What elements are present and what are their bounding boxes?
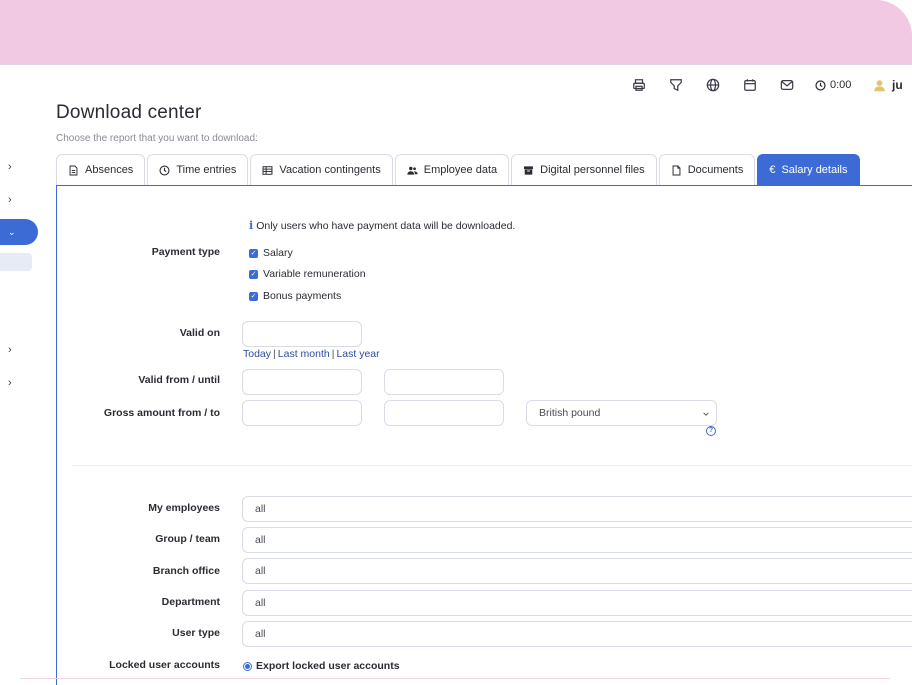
chevron-right-icon[interactable]: › — [8, 162, 18, 173]
table-icon — [262, 165, 273, 175]
checkbox-label: Bonus payments — [263, 290, 342, 302]
branch-office-label: Branch office — [152, 565, 220, 577]
chevron-down-icon — [703, 412, 709, 416]
valid-from-input[interactable] — [242, 369, 362, 395]
users-icon — [407, 166, 418, 175]
gross-amount-label: Gross amount from / to — [103, 407, 220, 419]
select-value: all — [255, 534, 266, 546]
user-name: ju — [892, 78, 903, 92]
link-last-year[interactable]: Last year — [336, 348, 379, 360]
select-value: all — [255, 565, 266, 577]
tab-label: Documents — [687, 164, 744, 176]
tab-label: Digital personnel files — [540, 164, 645, 176]
tab-salary-details[interactable]: € Salary details — [757, 154, 860, 185]
chevron-right-icon[interactable]: › — [8, 345, 18, 356]
info-note: i Only users who have payment data will … — [249, 219, 515, 232]
info-icon: i — [249, 219, 254, 232]
file-icon — [672, 165, 681, 175]
branch-office-select[interactable]: all — [242, 558, 912, 584]
my-employees-select[interactable]: all — [242, 496, 912, 522]
radio-export-locked[interactable]: Export locked user accounts — [243, 660, 400, 672]
user-menu[interactable]: ju — [873, 78, 903, 92]
department-select[interactable]: all — [242, 590, 912, 616]
checkbox-bonus-payments[interactable]: ✓ Bonus payments — [249, 290, 341, 302]
radio-dot-icon — [243, 661, 252, 671]
euro-icon: € — [769, 164, 776, 176]
valid-on-label: Valid on — [179, 327, 220, 339]
link-today[interactable]: Today — [243, 348, 271, 360]
checkbox-label: Variable remuneration — [263, 268, 366, 280]
chevron-right-icon[interactable]: › — [8, 195, 18, 206]
tab-vacation-contingents[interactable]: Vacation contingents — [250, 154, 393, 185]
divider — [72, 465, 912, 466]
clock-icon — [159, 164, 170, 176]
link-last-month[interactable]: Last month — [278, 348, 330, 360]
check-icon: ✓ — [249, 291, 258, 301]
tab-label: Vacation contingents — [279, 164, 381, 176]
select-value: all — [255, 628, 266, 640]
help-icon[interactable]: ? — [706, 426, 716, 436]
department-label: Department — [161, 596, 220, 608]
quick-date-links: Today | Last month | Last year — [243, 348, 380, 360]
sidebar: › › ⌄ › › — [0, 65, 40, 680]
radio-label: Export locked user accounts — [256, 660, 400, 672]
report-tabs: Absences Time entries Vacation contingen… — [56, 154, 862, 185]
tab-absences[interactable]: Absences — [56, 154, 146, 185]
mail-icon[interactable] — [768, 75, 805, 95]
group-team-label: Group / team — [155, 533, 220, 545]
sidebar-subitem-active[interactable] — [0, 253, 32, 271]
page-subtitle: Choose the report that you want to downl… — [56, 133, 258, 144]
top-banner — [0, 0, 912, 64]
my-employees-label: My employees — [148, 502, 220, 514]
timer-value: 0:00 — [830, 79, 852, 91]
currency-select[interactable]: British pound — [526, 400, 717, 426]
tab-label: Absences — [85, 164, 134, 176]
tab-digital-personnel-files[interactable]: Digital personnel files — [511, 154, 657, 185]
archive-icon — [524, 165, 534, 175]
timer[interactable]: 0:00 — [815, 79, 873, 91]
page-title: Download center — [56, 102, 202, 123]
filter-icon[interactable] — [657, 75, 694, 95]
user-type-select[interactable]: all — [242, 621, 912, 647]
check-icon: ✓ — [249, 269, 258, 279]
select-value: all — [255, 597, 266, 609]
top-toolbar: 0:00 ju — [620, 75, 903, 95]
valid-on-input[interactable] — [242, 321, 362, 347]
user-icon — [874, 79, 885, 91]
sidebar-item-active[interactable]: ⌄ — [0, 219, 38, 245]
globe-icon[interactable] — [694, 75, 731, 95]
info-text: Only users who have payment data will be… — [256, 219, 516, 232]
calendar-icon[interactable] — [731, 75, 768, 95]
tab-label: Time entries — [176, 164, 237, 176]
tab-documents[interactable]: Documents — [658, 154, 756, 185]
document-icon — [69, 165, 78, 175]
tab-label: Employee data — [423, 164, 498, 176]
checkbox-variable-remuneration[interactable]: ✓ Variable remuneration — [249, 268, 366, 280]
checkbox-salary[interactable]: ✓ Salary — [249, 247, 293, 259]
chevron-down-icon: ⌄ — [8, 226, 16, 237]
group-team-select[interactable]: all — [242, 527, 912, 553]
locked-accounts-label: Locked user accounts — [109, 659, 220, 671]
payment-type-label: Payment type — [151, 246, 220, 258]
app-window: › › ⌄ › › 0:00 ju Download center Choose… — [0, 64, 912, 685]
valid-range-label: Valid from / until — [138, 374, 220, 386]
tab-time-entries[interactable]: Time entries — [147, 154, 249, 185]
print-icon[interactable] — [620, 75, 657, 95]
chevron-right-icon[interactable]: › — [8, 378, 18, 389]
gross-to-input[interactable] — [384, 400, 504, 426]
check-icon: ✓ — [249, 248, 258, 258]
valid-until-input[interactable] — [384, 369, 504, 395]
user-type-label: User type — [172, 627, 220, 639]
currency-value: British pound — [539, 407, 601, 419]
checkbox-label: Salary — [263, 247, 293, 259]
tab-employee-data[interactable]: Employee data — [394, 154, 510, 185]
tab-label: Salary details — [781, 164, 848, 176]
clock-icon — [815, 79, 826, 91]
gross-from-input[interactable] — [242, 400, 362, 426]
select-value: all — [255, 503, 266, 515]
